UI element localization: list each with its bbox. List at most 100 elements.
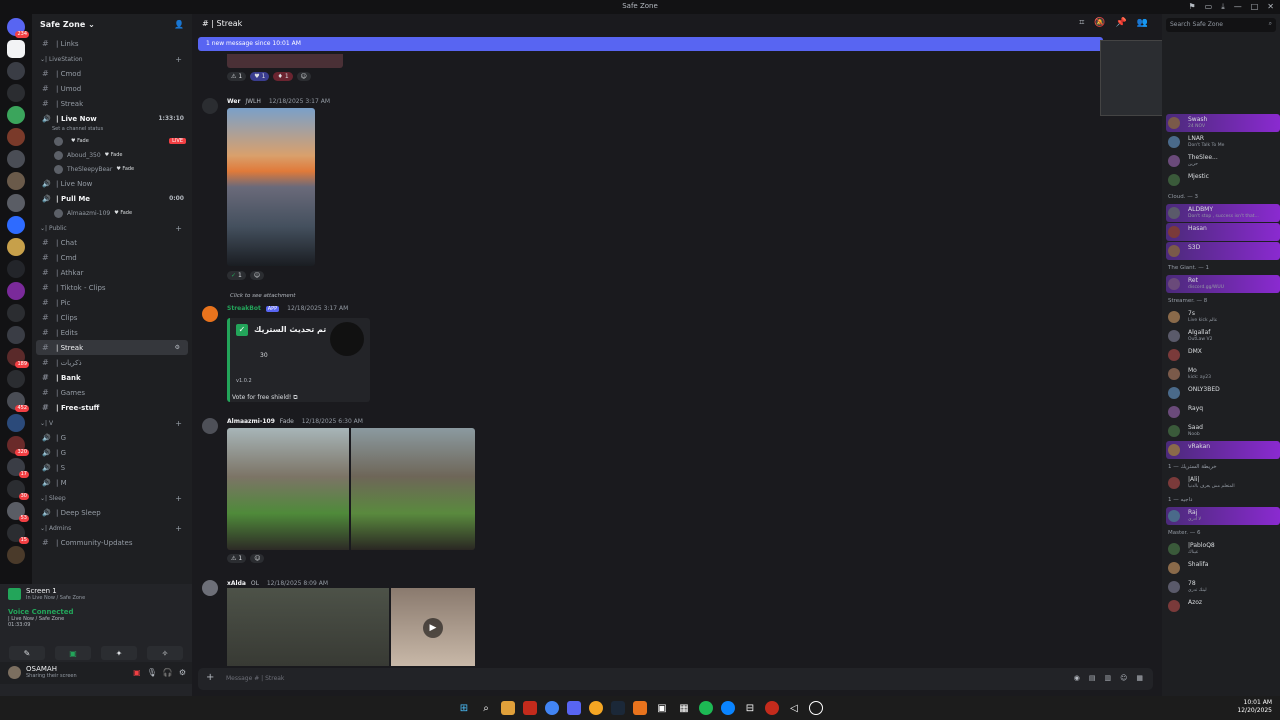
member-item[interactable]: Mo kick: ay23 <box>1166 365 1280 383</box>
app-icon[interactable] <box>765 701 779 715</box>
text-channel[interactable]: # | Cmd <box>32 250 192 265</box>
server-icon[interactable] <box>7 194 25 212</box>
lemur-image[interactable] <box>227 428 349 550</box>
server-icon[interactable] <box>7 62 25 80</box>
server-icon[interactable]: 189 <box>7 348 29 368</box>
add-channel-icon[interactable]: + <box>175 419 182 428</box>
add-reaction-icon[interactable]: ☺ <box>296 72 311 81</box>
server-icon[interactable] <box>7 128 25 146</box>
text-channel[interactable]: # | ذكريات <box>32 355 192 370</box>
member-item[interactable]: Ret discord.gg/WUU <box>1166 275 1280 293</box>
server-icon[interactable]: 30 <box>7 480 29 500</box>
server-icon[interactable] <box>7 260 25 278</box>
server-icon[interactable]: 15 <box>7 524 29 544</box>
member-item[interactable]: DMX <box>1166 346 1280 364</box>
server-header[interactable]: Safe Zone ⌄ 👤 <box>32 14 192 36</box>
bot-avatar[interactable] <box>202 306 218 322</box>
soundboard-button[interactable]: ✧ <box>147 646 183 660</box>
new-messages-bar[interactable]: 1 new message since 10:01 AM <box>198 37 1103 51</box>
member-item[interactable]: 7s Live kick عالم <box>1166 308 1280 326</box>
screen-button[interactable]: ▣ <box>55 646 91 660</box>
member-item[interactable]: Hasan <box>1166 223 1280 241</box>
close-icon[interactable]: ✕ <box>1267 2 1274 12</box>
add-channel-icon[interactable]: + <box>175 224 182 233</box>
pin-icon[interactable]: 📌 <box>1116 18 1127 28</box>
voice-channel[interactable]: 🔊 | Pull Me 0:00 <box>32 191 192 206</box>
server-icon[interactable]: 17 <box>7 458 29 478</box>
member-item[interactable]: Rayq <box>1166 403 1280 421</box>
cat-image[interactable] <box>227 588 389 666</box>
voice-user[interactable]: Aboud_350 ♥ Fade <box>32 148 192 162</box>
username[interactable]: StreakBot <box>227 305 261 312</box>
server-icon[interactable] <box>7 172 25 190</box>
server-icon[interactable]: 320 <box>7 436 29 456</box>
text-channel[interactable]: # | Edits <box>32 325 192 340</box>
add-channel-icon[interactable]: + <box>175 55 182 64</box>
member-item[interactable]: S3D <box>1166 242 1280 260</box>
discord-icon[interactable] <box>567 701 581 715</box>
member-item[interactable]: Azoz <box>1166 597 1280 615</box>
text-channel[interactable]: # | Tiktok - Clips <box>32 280 192 295</box>
voice-channel[interactable]: 🔊 | G <box>32 445 192 460</box>
microphone-icon[interactable]: 🎙 <box>147 668 157 677</box>
voice-channel[interactable]: 🔊 | Deep Sleep <box>32 505 192 520</box>
server-icon[interactable] <box>7 546 25 564</box>
username[interactable]: Wer <box>227 98 240 105</box>
camera-button[interactable]: ✎ <box>9 646 45 660</box>
voice-user[interactable]: TheSleepyBear ♥ Fade <box>32 162 192 176</box>
screen-share-row[interactable]: Screen 1 In Live Now / Safe Zone <box>0 584 192 606</box>
channel-category[interactable]: ⌄ | Public + <box>32 222 192 235</box>
sticker-icon[interactable]: ▥ <box>1104 674 1111 682</box>
member-item[interactable]: Algallaf OutLaw V2 <box>1166 327 1280 345</box>
vote-button[interactable]: Vote for free shield! ⧉ <box>232 394 298 402</box>
chrome-icon[interactable] <box>545 701 559 715</box>
voice-user[interactable]: ♥ Fade LIVE <box>32 134 192 148</box>
channel-category[interactable]: ⌄ | Admins + <box>32 522 192 535</box>
add-channel-icon[interactable]: + <box>175 524 182 533</box>
text-channel[interactable]: # | Community-Updates <box>32 535 192 550</box>
app-icon[interactable]: ▦ <box>677 701 691 715</box>
gif-icon[interactable]: ▤ <box>1089 674 1096 682</box>
member-item[interactable]: Shalifa <box>1166 559 1280 577</box>
app-icon[interactable]: ▣ <box>655 701 669 715</box>
apps-icon[interactable]: ▦ <box>1136 674 1143 682</box>
reaction-pill[interactable]: ⚠ 1 <box>227 72 247 81</box>
reply-preview[interactable]: Click to see attachment <box>230 293 295 299</box>
lemur-image[interactable] <box>351 428 475 550</box>
text-channel[interactable]: # | Cmod <box>32 66 192 81</box>
username[interactable]: xAlda <box>227 580 246 587</box>
avatar[interactable] <box>202 580 218 596</box>
voice-channel[interactable]: 🔊 | Live Now <box>32 176 192 191</box>
mute-icon[interactable]: 🔕 <box>1094 18 1105 28</box>
channel-settings-icon[interactable]: ⚙ <box>175 344 180 351</box>
voice-channel[interactable]: 🔊 | M <box>32 475 192 490</box>
voice-channel[interactable]: 🔊 | S <box>32 460 192 475</box>
avatar[interactable] <box>8 666 21 679</box>
app-icon[interactable] <box>721 701 735 715</box>
member-item[interactable]: Saad Noob <box>1166 422 1280 440</box>
add-attachment-icon[interactable]: + <box>206 672 214 683</box>
embed-thumbnail[interactable] <box>330 322 364 356</box>
start-icon[interactable]: ⊞ <box>457 701 471 715</box>
server-icon[interactable] <box>7 106 25 124</box>
channel-category[interactable]: ⌄ | LiveStation + <box>32 53 192 66</box>
maximize-icon[interactable]: □ <box>1251 2 1259 12</box>
reaction-pill[interactable]: ♦ 1 <box>273 72 293 81</box>
channel-category[interactable]: ⌄ | Sleep + <box>32 492 192 505</box>
search-input[interactable]: Search Safe Zone ⌕ <box>1166 18 1276 32</box>
message-input[interactable]: + Message # | Streak ◉ ▤ ▥ ☺ ▦ <box>198 668 1153 690</box>
search-icon[interactable]: ⌕ <box>479 701 493 715</box>
settings-icon[interactable]: ⚙ <box>179 668 186 677</box>
text-channel[interactable]: # | Streak <box>32 96 192 111</box>
play-icon[interactable]: ▶ <box>423 618 443 638</box>
text-channel[interactable]: # | Pic <box>32 295 192 310</box>
app-icon[interactable] <box>633 701 647 715</box>
text-channel[interactable]: # | Clips <box>32 310 192 325</box>
app-icon[interactable] <box>523 701 537 715</box>
threads-icon[interactable]: ⌗ <box>1079 18 1084 28</box>
add-channel-icon[interactable]: + <box>175 494 182 503</box>
text-channel[interactable]: # | Umod <box>32 81 192 96</box>
text-channel[interactable]: # | Links <box>32 36 192 51</box>
cat-video[interactable]: ▶ <box>391 588 475 666</box>
system-clock[interactable]: 10:01 AM 12/20/2025 <box>1237 699 1272 715</box>
